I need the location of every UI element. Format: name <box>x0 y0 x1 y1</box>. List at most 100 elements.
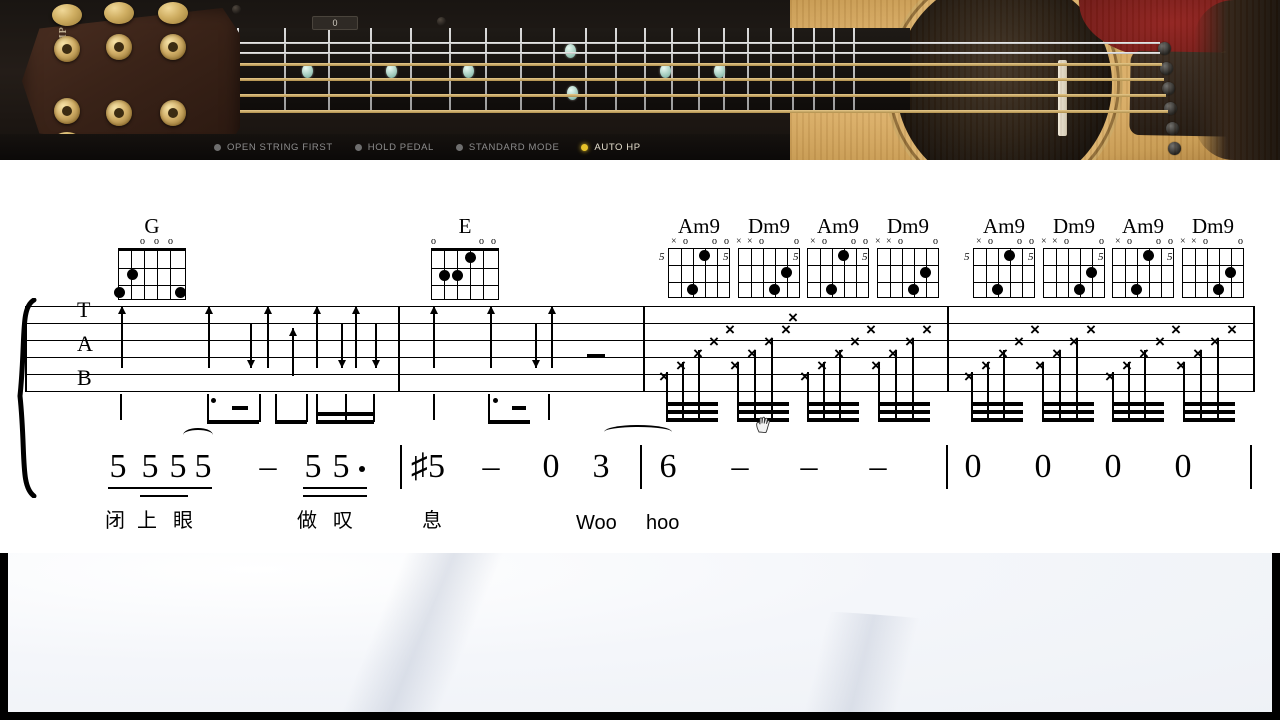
chord-fret-number: 5 <box>793 251 799 263</box>
lyric-syllable: 闭 <box>105 510 125 532</box>
string-5[interactable] <box>120 94 1166 97</box>
note-number: 5 <box>169 448 187 485</box>
note-number: 5 <box>141 448 159 485</box>
tuner-post[interactable] <box>160 100 186 126</box>
note-number: – <box>800 448 818 485</box>
tuner-post[interactable] <box>160 34 186 60</box>
background-surface <box>0 553 1280 720</box>
chord-diagram-am9[interactable]: Am9 × o o o 5 <box>1112 215 1174 298</box>
chord-diagram-am9[interactable]: Am9 × o o o 5 <box>807 215 869 298</box>
fret-inlay-5 <box>302 64 313 78</box>
measure-barline <box>640 445 642 489</box>
right-black-border <box>1272 553 1280 720</box>
string-1[interactable] <box>120 42 1160 44</box>
bottom-black-bar <box>0 712 1280 720</box>
note-number: 0 <box>1034 448 1052 485</box>
chord-name: Am9 <box>1122 214 1164 238</box>
tuner-knob[interactable] <box>52 4 82 26</box>
chord-name: G <box>144 214 160 238</box>
status-label: STANDARD MODE <box>468 141 560 153</box>
string-3[interactable] <box>120 63 1162 66</box>
tuner-knob[interactable] <box>158 2 188 24</box>
note-number: 5 <box>109 448 127 485</box>
lyric-syllable: 眼 <box>173 510 193 532</box>
guitar-instrument-panel[interactable]: AMPLE SOUND 0 OPEN STRING FIRST HOLD PED… <box>0 0 1280 160</box>
note-number: – <box>482 448 500 485</box>
fret-position-readout: 0 <box>312 16 358 30</box>
fret-inlay-17 <box>714 64 725 78</box>
string-4[interactable] <box>120 78 1164 81</box>
chord-name: Dm9 <box>887 214 929 238</box>
lyric-syllable: 息 <box>422 510 442 532</box>
chord-name: Dm9 <box>1053 214 1095 238</box>
app-window: AMPLE SOUND 0 OPEN STRING FIRST HOLD PED… <box>0 0 1280 720</box>
note-number: – <box>731 448 749 485</box>
headstock: AMPLE SOUND <box>22 8 240 154</box>
measure-barline <box>946 445 948 489</box>
note-number: 0 <box>1104 448 1122 485</box>
pickguard <box>1077 0 1280 66</box>
slur-mark <box>183 428 213 442</box>
note-number: 5 <box>332 448 350 485</box>
slur-mark <box>604 425 672 439</box>
bridge-pin <box>1168 142 1181 155</box>
bridge-pin <box>1166 122 1179 135</box>
status-label: HOLD PEDAL <box>367 141 434 153</box>
chord-diagram-am9[interactable]: Am9 × o o o 5 5 <box>964 215 1035 298</box>
status-open-string-first[interactable]: OPEN STRING FIRST <box>214 142 333 153</box>
chord-diagram-dm9[interactable]: Dm9 × × o o <box>1180 215 1244 298</box>
chord-name: Dm9 <box>748 214 790 238</box>
note-number: 3 <box>592 448 610 485</box>
note-number: 5 <box>304 448 322 485</box>
note-number: 6 <box>659 448 677 485</box>
note-number: – <box>869 448 887 485</box>
chord-diagram-dm9[interactable]: Dm9 × × o o 5 <box>736 214 800 298</box>
tab-letter-t: T <box>77 297 91 322</box>
chord-name: E <box>458 214 472 238</box>
status-standard-mode[interactable]: STANDARD MODE <box>455 141 560 153</box>
note-number: 0 <box>542 448 560 485</box>
sheet-music-panel[interactable]: G ooo E ooo Am9 × o o o 5 5 Dm9 × × o o … <box>0 160 1280 553</box>
status-label: AUTO HP <box>594 141 641 153</box>
tuner-knob[interactable] <box>104 2 134 24</box>
chord-diagram-g[interactable]: G ooo <box>114 214 186 300</box>
status-indicator-dot <box>354 143 362 151</box>
note-number: ♯5 <box>411 448 445 485</box>
note-number: 5 <box>194 448 212 485</box>
status-indicator-dot <box>455 143 463 151</box>
fret-inlay-12a <box>565 44 576 58</box>
status-indicator-dot <box>581 143 589 151</box>
system-brace <box>10 297 38 499</box>
note-number: 0 <box>1174 448 1192 485</box>
tab-staff[interactable]: T A B × × × × × × × × × × × × × × × × × … <box>25 299 1255 424</box>
status-bar: OPEN STRING FIRST HOLD PEDAL STANDARD MO… <box>0 134 790 160</box>
status-auto-hp[interactable]: AUTO HP <box>581 142 640 153</box>
tab-letter-a: A <box>77 331 93 356</box>
note-number: 0 <box>964 448 982 485</box>
screw-hole <box>232 5 241 14</box>
measure-barline <box>400 445 402 489</box>
status-hold-pedal[interactable]: HOLD PEDAL <box>354 141 434 153</box>
chord-name: Am9 <box>817 214 859 238</box>
chord-fret-number: 5 <box>723 251 729 263</box>
fret-inlay-9 <box>463 64 474 78</box>
chord-diagram-dm9[interactable]: Dm9 × × o o <box>875 214 939 298</box>
status-indicator-dot <box>214 143 221 151</box>
chord-diagram-dm9[interactable]: Dm9 × × o o 5 <box>1041 214 1105 298</box>
tab-letter-b: B <box>77 365 92 390</box>
tuner-post[interactable] <box>106 34 132 60</box>
tuner-post[interactable] <box>54 98 80 124</box>
string-6[interactable] <box>120 110 1168 113</box>
rest-mark <box>587 354 605 358</box>
tuner-post[interactable] <box>106 100 132 126</box>
chord-diagram-am9[interactable]: Am9 × o o o 5 5 <box>659 214 730 298</box>
status-label: OPEN STRING FIRST <box>227 141 333 153</box>
body-edge <box>1194 0 1280 160</box>
tuner-post[interactable] <box>54 36 80 62</box>
lyric-syllable: 叹 <box>333 510 353 532</box>
chord-diagram-e[interactable]: E ooo <box>431 215 499 300</box>
string-2[interactable] <box>120 52 1160 54</box>
lyric-syllable: 做 <box>297 510 317 532</box>
chord-fret-number: 5 <box>964 251 970 263</box>
chord-name: Am9 <box>678 214 720 238</box>
